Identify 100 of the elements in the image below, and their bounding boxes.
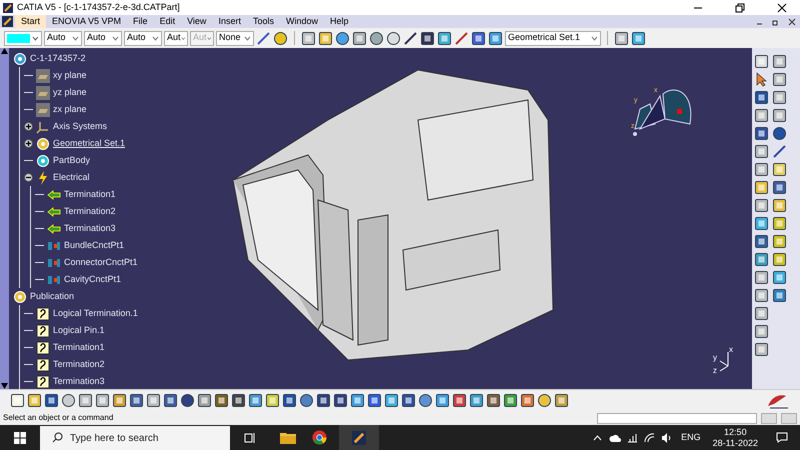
windows-start-icon[interactable] [14, 432, 26, 444]
tree-item[interactable]: yz plane [53, 86, 87, 100]
tool-icon[interactable] [772, 270, 787, 285]
tool-icon[interactable] [367, 393, 382, 408]
network-icon[interactable] [627, 432, 638, 442]
property-dropdown[interactable]: Aut [164, 30, 188, 46]
tool-icon[interactable] [537, 393, 552, 408]
chevron-up-icon[interactable] [593, 434, 602, 440]
tool-icon[interactable] [772, 180, 787, 195]
property-dropdown[interactable]: Auto [44, 30, 82, 46]
tool-icon[interactable] [469, 393, 484, 408]
tool-icon[interactable] [754, 198, 769, 213]
tool-icon[interactable] [754, 108, 769, 123]
tree-scrollbar[interactable] [0, 48, 9, 389]
close-icon[interactable] [788, 18, 796, 26]
property-dropdown[interactable]: Auto [84, 30, 122, 46]
tool-icon[interactable] [772, 144, 787, 159]
tool-icon[interactable] [420, 30, 435, 46]
menu-item[interactable]: Edit [154, 15, 182, 28]
clock-time[interactable]: 12:50 [724, 426, 747, 438]
tree-item[interactable]: Termination3 [64, 222, 116, 236]
tool-icon[interactable] [772, 126, 787, 141]
brush-icon[interactable] [256, 30, 271, 46]
tool-icon[interactable] [772, 198, 787, 213]
tree-item[interactable]: Termination1 [64, 188, 116, 202]
tree-item[interactable]: Axis Systems [53, 120, 108, 134]
tree-item[interactable]: ConnectorCnctPt1 [64, 256, 138, 270]
tree-item[interactable]: Termination2 [53, 358, 105, 372]
speaker-icon[interactable] [661, 432, 672, 442]
tool-icon[interactable] [772, 72, 787, 87]
tool-icon[interactable] [197, 393, 212, 408]
tool-icon[interactable] [754, 126, 769, 141]
chrome-icon[interactable] [312, 430, 327, 445]
tool-icon[interactable] [772, 234, 787, 249]
tree-item[interactable]: Geometrical Set.1 [53, 136, 126, 150]
tool-icon[interactable] [454, 30, 469, 46]
tool-icon[interactable] [772, 252, 787, 267]
menu-item[interactable]: Help [324, 15, 354, 28]
tree-item[interactable]: Logical Termination.1 [53, 306, 138, 320]
tree-item[interactable]: C-1-174357-2 [30, 52, 86, 66]
menu-item[interactable]: Window [280, 15, 324, 28]
close-icon[interactable] [777, 2, 787, 12]
wifi-icon[interactable] [644, 432, 656, 442]
tree-item[interactable]: Publication [30, 290, 74, 304]
restore-icon[interactable] [735, 2, 745, 12]
tool-icon[interactable] [754, 216, 769, 231]
tool-icon[interactable] [129, 393, 144, 408]
menu-item[interactable]: View [181, 15, 212, 28]
minus-icon[interactable] [24, 173, 33, 182]
color-dropdown[interactable] [4, 30, 42, 46]
tool-icon[interactable] [401, 393, 416, 408]
tool-icon[interactable] [112, 393, 127, 408]
tool-icon[interactable] [95, 393, 110, 408]
tool-icon[interactable] [299, 393, 314, 408]
tool-icon[interactable] [146, 393, 161, 408]
current-set-dropdown[interactable]: Geometrical Set.1 [505, 30, 601, 46]
property-dropdown[interactable]: None [216, 30, 254, 46]
tool-icon[interactable] [418, 393, 433, 408]
tool-icon[interactable] [180, 393, 195, 408]
tool-icon[interactable] [520, 393, 535, 408]
tool-icon[interactable] [10, 393, 25, 408]
tool-icon[interactable] [754, 324, 769, 339]
tree-item[interactable]: Electrical [53, 170, 90, 184]
tool-icon[interactable] [44, 393, 59, 408]
language-indicator[interactable]: ENG [681, 430, 701, 444]
tree-item[interactable]: PartBody [53, 154, 90, 168]
folder-icon[interactable] [280, 431, 296, 444]
tool-icon[interactable] [248, 393, 263, 408]
tool-icon[interactable] [435, 393, 450, 408]
command-input[interactable] [597, 412, 757, 424]
tool-icon[interactable] [772, 162, 787, 177]
tool-icon[interactable] [316, 393, 331, 408]
tool-icon[interactable] [214, 393, 229, 408]
menu-item[interactable]: Insert [212, 15, 247, 28]
tool-icon[interactable] [754, 144, 769, 159]
tool-icon[interactable] [282, 393, 297, 408]
tool-icon[interactable] [301, 30, 316, 46]
tool-icon[interactable] [754, 90, 769, 105]
tree-item[interactable]: xy plane [53, 68, 87, 82]
tool-icon[interactable] [754, 180, 769, 195]
menu-item[interactable]: File [127, 15, 154, 28]
tool-icon[interactable] [754, 72, 769, 87]
tool-icon[interactable] [554, 393, 569, 408]
tool-icon[interactable] [772, 216, 787, 231]
tool-icon[interactable] [754, 288, 769, 303]
restore-icon[interactable] [772, 18, 780, 26]
tool-icon[interactable] [754, 162, 769, 177]
plus-icon[interactable] [24, 122, 33, 131]
tool-icon[interactable] [754, 270, 769, 285]
tool-icon[interactable] [772, 54, 787, 69]
plus-icon[interactable] [24, 139, 33, 148]
tool-icon[interactable] [503, 393, 518, 408]
tree-item[interactable]: Termination2 [64, 204, 116, 218]
taskbar-search-field[interactable]: Type here to search [40, 426, 230, 450]
tree-item[interactable]: Termination1 [53, 340, 105, 354]
tree-item[interactable]: zx plane [53, 102, 87, 116]
tool-icon[interactable] [754, 234, 769, 249]
tool-icon[interactable] [614, 30, 629, 46]
tool-icon[interactable] [333, 393, 348, 408]
tool-icon[interactable] [754, 252, 769, 267]
